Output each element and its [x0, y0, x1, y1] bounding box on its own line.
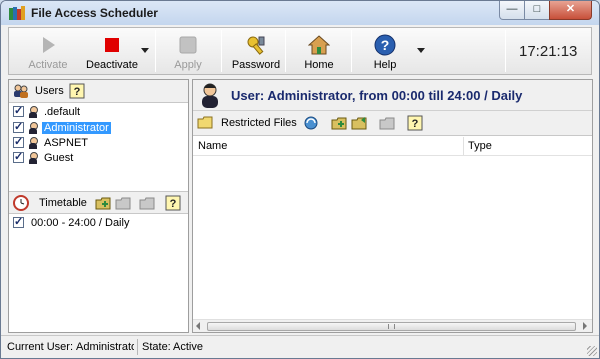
- books-icon: [9, 6, 25, 20]
- user-item-aspnet[interactable]: ASPNET: [9, 135, 188, 151]
- user-item-administrator[interactable]: Administrator: [9, 120, 188, 136]
- users-header: Users ?: [9, 80, 188, 103]
- svg-text:?: ?: [381, 37, 390, 53]
- minimize-button[interactable]: —: [499, 1, 525, 20]
- title-bar[interactable]: File Access Scheduler — □ ✕: [1, 1, 599, 25]
- timetable-item-label: 00:00 - 24:00 / Daily: [31, 217, 130, 229]
- resize-grip[interactable]: [587, 346, 597, 356]
- delete-folder-icon[interactable]: [139, 195, 155, 211]
- clock-icon: [13, 195, 29, 211]
- user-item-default[interactable]: .default: [9, 104, 188, 120]
- help-button[interactable]: ? Help: [355, 28, 415, 74]
- add-folder-icon[interactable]: [351, 115, 367, 131]
- close-button[interactable]: ✕: [549, 1, 592, 20]
- clock: 17:21:13: [519, 43, 578, 60]
- user-avatar-icon: [202, 83, 218, 108]
- user-checkbox[interactable]: [13, 135, 24, 148]
- key-icon: [247, 36, 265, 55]
- user-icon: [28, 122, 38, 135]
- toolbar-separator: [155, 30, 156, 72]
- user-item-guest[interactable]: Guest: [9, 150, 188, 166]
- scroll-grip-icon: [388, 324, 395, 329]
- refresh-icon[interactable]: [303, 115, 319, 131]
- timetable-checkbox[interactable]: [13, 215, 24, 228]
- status-bar: Current User: Administrator State: Activ…: [1, 335, 599, 358]
- deactivate-dropdown-icon[interactable]: [141, 48, 149, 53]
- folder-icon: [197, 116, 213, 129]
- app-window: File Access Scheduler — □ ✕ Activate Dea…: [0, 0, 600, 359]
- timetable-header: Timetable ?: [9, 191, 188, 214]
- user-header: User: Administrator, from 00:00 till 24:…: [193, 80, 592, 110]
- add-file-icon[interactable]: [331, 115, 347, 131]
- home-label: Home: [304, 59, 334, 71]
- user-name: Guest: [44, 152, 74, 164]
- apply-label: Apply: [174, 59, 202, 71]
- toolbar: Activate Deactivate Apply Password Home …: [8, 27, 592, 75]
- deactivate-label: Deactivate: [86, 59, 138, 71]
- user-checkbox[interactable]: [13, 120, 24, 133]
- restricted-files-label: Restricted Files: [221, 117, 297, 129]
- toolbar-separator: [285, 30, 286, 72]
- right-pane: User: Administrator, from 00:00 till 24:…: [192, 79, 593, 333]
- activate-label: Activate: [28, 59, 68, 71]
- state-value: Active: [173, 341, 203, 353]
- user-icon: [28, 106, 38, 119]
- toolbar-separator: [351, 30, 352, 72]
- edit-folder-icon[interactable]: [115, 195, 131, 211]
- toolbar-separator: [505, 30, 506, 72]
- scroll-right-arrow[interactable]: [583, 322, 587, 330]
- status-divider: [137, 339, 138, 355]
- home-button[interactable]: Home: [289, 28, 349, 74]
- user-header-text: User: Administrator, from 00:00 till 24:…: [231, 88, 523, 103]
- help-label: Help: [373, 59, 397, 71]
- stop-icon: [105, 38, 119, 52]
- svg-text:?: ?: [412, 118, 419, 130]
- maximize-button[interactable]: □: [524, 1, 550, 20]
- column-type[interactable]: Type: [468, 140, 492, 152]
- deactivate-button[interactable]: Deactivate: [81, 28, 143, 74]
- help-icon: ?: [374, 34, 396, 56]
- activate-button[interactable]: Activate: [17, 28, 79, 74]
- current-user-label: Current User:: [7, 341, 74, 353]
- user-icon: [28, 152, 38, 165]
- user-checkbox[interactable]: [13, 104, 24, 117]
- home-icon: [308, 35, 330, 55]
- current-user-value: Administrator: [76, 341, 134, 353]
- scroll-thumb[interactable]: [207, 322, 576, 331]
- apply-button[interactable]: Apply: [159, 28, 217, 74]
- password-label: Password: [231, 59, 281, 71]
- play-icon: [43, 37, 55, 53]
- left-pane: Users ? .default Administrator ASPNET Gu…: [8, 79, 189, 333]
- horizontal-scrollbar[interactable]: [193, 319, 592, 332]
- toolbar-separator: [221, 30, 222, 72]
- remove-file-icon[interactable]: [379, 115, 395, 131]
- password-button[interactable]: Password: [225, 28, 287, 74]
- scroll-left-arrow[interactable]: [196, 322, 200, 330]
- file-list[interactable]: [193, 156, 592, 319]
- user-name: Administrator: [42, 122, 111, 134]
- add-folder-icon[interactable]: [95, 195, 111, 211]
- timetable-label: Timetable: [39, 197, 87, 209]
- state-label: State:: [142, 341, 171, 353]
- help-icon[interactable]: ?: [165, 195, 181, 211]
- user-name: .default: [44, 106, 81, 118]
- user-icon: [28, 137, 38, 150]
- users-group-icon: [14, 84, 28, 98]
- window-title: File Access Scheduler: [31, 6, 158, 20]
- column-name[interactable]: Name: [198, 140, 227, 152]
- restricted-files-bar: Restricted Files ?: [193, 110, 592, 136]
- svg-text:?: ?: [74, 86, 81, 98]
- apply-icon: [179, 36, 197, 54]
- column-divider[interactable]: [463, 137, 464, 155]
- svg-text:?: ?: [170, 198, 177, 210]
- timetable-item[interactable]: 00:00 - 24:00 / Daily: [9, 215, 188, 231]
- file-list-header: Name Type: [193, 137, 592, 156]
- help-icon[interactable]: ?: [407, 115, 423, 131]
- users-label: Users: [35, 85, 64, 97]
- help-icon[interactable]: ?: [69, 83, 85, 99]
- user-name: ASPNET: [44, 137, 89, 149]
- user-checkbox[interactable]: [13, 150, 24, 163]
- help-dropdown-icon[interactable]: [417, 48, 425, 53]
